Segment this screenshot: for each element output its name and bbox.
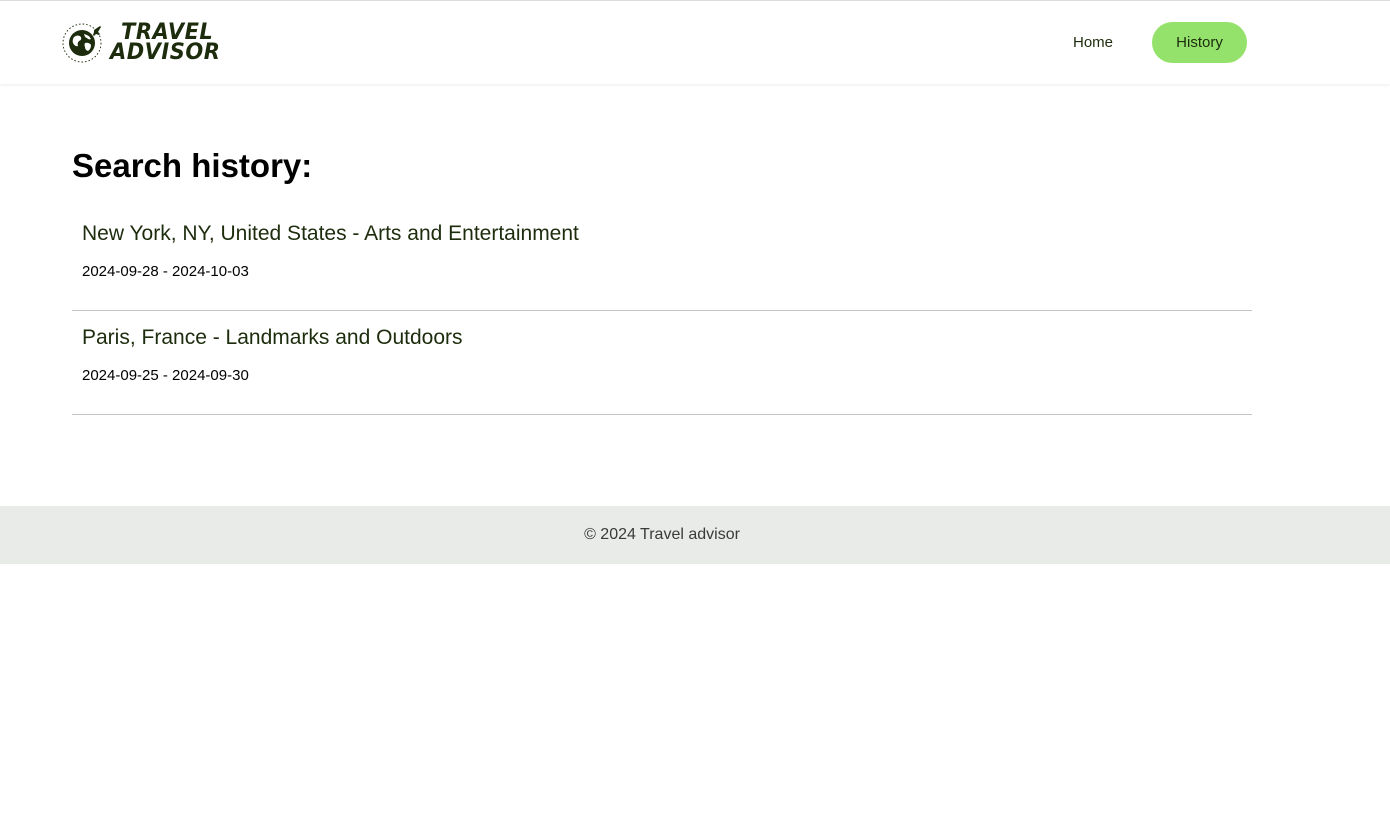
history-item: Paris, France - Landmarks and Outdoors 2…	[72, 311, 1252, 415]
history-list: New York, NY, United States - Arts and E…	[72, 207, 1252, 415]
history-item-dates: 2024-09-28 - 2024-10-03	[82, 263, 249, 280]
main-nav: Home History	[1050, 22, 1247, 63]
history-item: New York, NY, United States - Arts and E…	[72, 207, 1252, 311]
history-item-title[interactable]: Paris, France - Landmarks and Outdoors	[82, 325, 1242, 351]
footer: © 2024 Travel advisor	[0, 506, 1390, 564]
logo[interactable]: TRAVEL ADVISOR	[60, 20, 221, 65]
logo-text-line2: ADVISOR	[110, 38, 221, 65]
nav-home-link[interactable]: Home	[1050, 22, 1136, 63]
logo-text: TRAVEL ADVISOR	[110, 20, 221, 65]
page-title: Search history:	[72, 147, 313, 184]
nav-history-link[interactable]: History	[1152, 22, 1247, 63]
history-item-title[interactable]: New York, NY, United States - Arts and E…	[82, 221, 1242, 247]
top-navbar: TRAVEL ADVISOR Home History	[0, 0, 1390, 84]
footer-copyright: © 2024 Travel advisor	[584, 526, 740, 543]
globe-airplane-icon	[62, 23, 102, 63]
main-content: Search history: New York, NY, United Sta…	[72, 140, 1252, 415]
history-item-dates: 2024-09-25 - 2024-09-30	[82, 367, 249, 384]
